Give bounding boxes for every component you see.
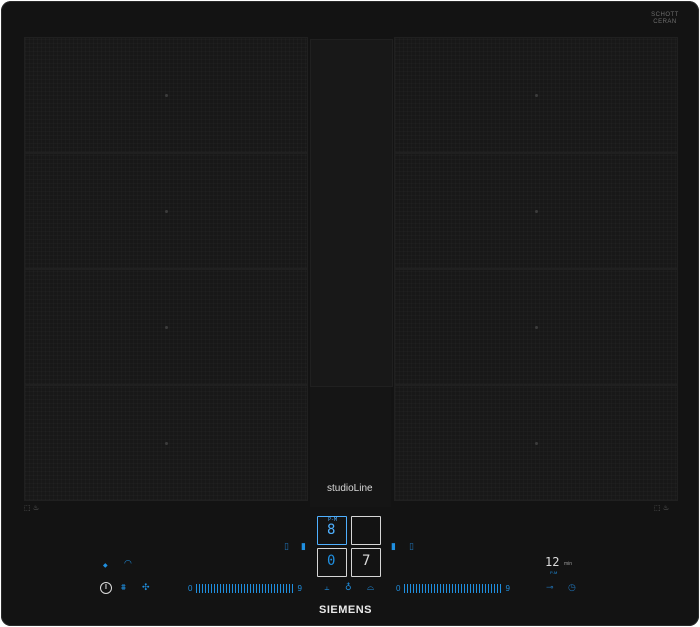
zone-center-marker bbox=[165, 326, 168, 329]
zone-center-marker bbox=[535, 442, 538, 445]
power-slider-left[interactable]: 0 9 bbox=[186, 583, 304, 593]
timer-sub-label: P-M bbox=[550, 570, 558, 575]
display-bottom-right[interactable]: 7 bbox=[351, 548, 381, 577]
cooking-zone-right-4[interactable] bbox=[394, 385, 678, 501]
cooktop-surface: SCHOTT CERAN studioLine ⬚ ♨ ⬚ ♨ P-M 8 0 … bbox=[1, 1, 699, 626]
timer-unit: min bbox=[564, 561, 573, 567]
timer-select-icon[interactable]: ⊸ bbox=[546, 583, 554, 593]
cooking-pot-icon[interactable]: ⌓ bbox=[367, 583, 374, 593]
display-top-right[interactable] bbox=[351, 516, 381, 545]
cooking-zone-left-2[interactable] bbox=[24, 153, 308, 269]
display-bottom-left[interactable]: 0 bbox=[317, 548, 347, 577]
zone-center-marker bbox=[535, 94, 538, 97]
cooking-zone-right-3[interactable] bbox=[394, 269, 678, 385]
right-zone-indicator-icon: ⬚ ♨ bbox=[654, 504, 670, 512]
zone-select-right-outer-icon[interactable]: ▯ bbox=[409, 542, 414, 552]
power-button-icon[interactable]: I bbox=[100, 582, 112, 594]
power-level-digit: 7 bbox=[362, 553, 371, 569]
cooking-zone-left-4[interactable] bbox=[24, 385, 308, 501]
zone-select-right-inner-icon[interactable]: ▮ bbox=[391, 542, 396, 552]
zone-center-marker bbox=[535, 210, 538, 213]
fan-hood-icon[interactable]: ✣ bbox=[142, 583, 150, 593]
flame-boost-icon[interactable]: ♁ bbox=[345, 583, 352, 593]
clock-icon[interactable]: ◷ bbox=[568, 583, 576, 593]
slider-min-label: 0 bbox=[188, 583, 193, 593]
cooking-zone-right-2[interactable] bbox=[394, 153, 678, 269]
manufacturer-logo: SIEMENS bbox=[319, 604, 373, 616]
wifi-icon[interactable]: ◠ bbox=[124, 559, 132, 569]
zone-select-left-outer-icon[interactable]: ▯ bbox=[284, 542, 289, 552]
cooking-zone-left-3[interactable] bbox=[24, 269, 308, 385]
power-slider-right[interactable]: 0 9 bbox=[394, 583, 512, 593]
timer-value: 12 bbox=[545, 555, 560, 569]
series-label: studioLine bbox=[327, 483, 373, 494]
cooking-zone-right-1[interactable] bbox=[394, 37, 678, 153]
zone-center-marker bbox=[535, 326, 538, 329]
display-top-left[interactable]: P-M 8 bbox=[317, 516, 347, 545]
powermove-icon[interactable]: ⩩ bbox=[121, 583, 126, 593]
slider-min-label: 0 bbox=[396, 583, 401, 593]
zone-center-marker bbox=[165, 210, 168, 213]
slider-max-label: 9 bbox=[297, 583, 302, 593]
lock-indicator-icon: ◆ bbox=[103, 562, 108, 569]
left-zone-indicator-icon: ⬚ ♨ bbox=[24, 504, 40, 512]
zone-center-marker bbox=[165, 442, 168, 445]
cooking-zone-left-1[interactable] bbox=[24, 37, 308, 153]
slider-max-label: 9 bbox=[505, 583, 510, 593]
center-zone[interactable] bbox=[310, 39, 393, 387]
pan-frying-icon[interactable]: ⫠ bbox=[324, 583, 329, 593]
power-level-digit: 8 bbox=[327, 522, 336, 538]
zone-select-left-inner-icon[interactable]: ▮ bbox=[301, 542, 306, 552]
power-level-digit: 0 bbox=[327, 553, 336, 569]
zone-center-marker bbox=[165, 94, 168, 97]
glass-brand-logo: SCHOTT CERAN bbox=[651, 12, 679, 25]
